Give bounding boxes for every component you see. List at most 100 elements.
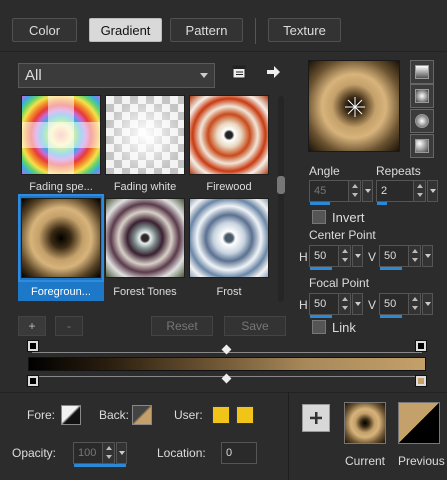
- location-value: 0: [226, 447, 233, 459]
- opacity-slider-bar[interactable]: [74, 464, 126, 467]
- gradient-label: Forest Tones: [113, 286, 177, 298]
- center-v-slider-bar[interactable]: [380, 267, 402, 270]
- previous-swatch[interactable]: [398, 402, 440, 444]
- center-v-dropdown[interactable]: [422, 245, 433, 267]
- chevron-down-icon: [200, 73, 208, 78]
- opacity-stop-left[interactable]: [27, 340, 39, 352]
- gradient-thumb-fading-spectrum[interactable]: [21, 95, 101, 175]
- center-point-label: Center Point: [309, 228, 376, 242]
- angle-input[interactable]: 45: [309, 180, 361, 205]
- back-label: Back:: [99, 408, 130, 422]
- focal-h-dropdown[interactable]: [352, 293, 363, 315]
- center-h-stepper[interactable]: [338, 246, 350, 266]
- current-swatch[interactable]: [344, 402, 386, 444]
- add-gradient-button[interactable]: +: [18, 316, 46, 336]
- center-v-label: V: [368, 250, 377, 264]
- angle-slider-bar[interactable]: [310, 202, 330, 205]
- gradient-thumb-firewood[interactable]: [189, 95, 269, 175]
- scrollbar-thumb[interactable]: [277, 176, 285, 194]
- link-checkbox[interactable]: [312, 320, 326, 334]
- category-dropdown[interactable]: All: [18, 63, 215, 88]
- remove-gradient-button[interactable]: -: [55, 316, 83, 336]
- center-v-input[interactable]: 50: [379, 245, 421, 270]
- invert-label: Invert: [332, 210, 365, 225]
- focal-v-slider-bar[interactable]: [380, 315, 402, 318]
- location-label: Location:: [157, 446, 206, 460]
- gradient-label: Firewood: [206, 181, 252, 193]
- angle-stepper[interactable]: [348, 181, 360, 201]
- focal-v-label: V: [368, 298, 377, 312]
- opacity-stepper[interactable]: [102, 443, 114, 463]
- arrow-right-icon[interactable]: [265, 64, 281, 80]
- center-v-value: 50: [384, 250, 397, 262]
- center-h-dropdown[interactable]: [352, 245, 363, 267]
- repeats-slider-bar[interactable]: [377, 202, 387, 205]
- repeats-label: Repeats: [376, 164, 421, 178]
- plus-icon: [310, 412, 322, 424]
- user-color-swatch-1[interactable]: [212, 406, 230, 424]
- opacity-stop-right[interactable]: [415, 340, 427, 352]
- gradient-label: Fading spe...: [29, 181, 93, 193]
- focal-h-value: 50: [314, 298, 327, 310]
- bottom-separator: [288, 392, 289, 480]
- user-label: User:: [174, 408, 203, 422]
- angle-value: 45: [314, 185, 327, 197]
- current-label: Current: [345, 454, 386, 468]
- focal-v-stepper[interactable]: [408, 294, 420, 314]
- center-h-slider-bar[interactable]: [310, 267, 332, 270]
- opacity-dropdown[interactable]: [116, 442, 127, 464]
- file-icon[interactable]: [231, 64, 247, 80]
- category-value: All: [25, 67, 42, 84]
- sunburst-type-button[interactable]: [410, 134, 434, 158]
- gradient-thumb-forest-tones[interactable]: [105, 198, 185, 278]
- focal-v-input[interactable]: 50: [379, 293, 421, 318]
- invert-checkbox[interactable]: [312, 210, 326, 224]
- tab-separator: [255, 18, 256, 44]
- gradient-thumb-frost[interactable]: [189, 198, 269, 278]
- angle-dropdown[interactable]: [362, 180, 373, 202]
- center-h-input[interactable]: 50: [309, 245, 351, 270]
- rectangular-type-button[interactable]: [410, 84, 434, 108]
- opacity-value: 100: [78, 447, 97, 459]
- tab-color[interactable]: Color: [12, 18, 77, 42]
- repeats-dropdown[interactable]: [427, 180, 438, 202]
- gradient-thumb-fading-white[interactable]: [105, 95, 185, 175]
- radial-type-button[interactable]: [410, 109, 434, 133]
- focal-h-label: H: [299, 298, 308, 312]
- user-color-swatch-2[interactable]: [236, 406, 254, 424]
- center-v-stepper[interactable]: [408, 246, 420, 266]
- tab-texture[interactable]: Texture: [268, 18, 341, 42]
- focal-h-stepper[interactable]: [338, 294, 350, 314]
- save-button[interactable]: Save: [224, 316, 286, 336]
- color-stop-right[interactable]: [415, 375, 427, 387]
- focal-v-value: 50: [384, 298, 397, 310]
- location-input[interactable]: 0: [221, 442, 257, 464]
- linear-type-button[interactable]: [410, 60, 434, 84]
- opacity-input[interactable]: 100: [73, 442, 126, 467]
- color-stop-left[interactable]: [27, 375, 39, 387]
- back-swatch[interactable]: [132, 405, 152, 425]
- scrollbar-track[interactable]: [278, 96, 284, 302]
- tab-gradient[interactable]: Gradient: [89, 18, 162, 42]
- gradient-label: Frost: [216, 286, 242, 298]
- repeats-stepper[interactable]: [413, 181, 425, 201]
- gradient-label: Foregroun...: [31, 286, 91, 298]
- center-h-label: H: [299, 250, 308, 264]
- fore-label: Fore:: [27, 408, 56, 422]
- focal-h-input[interactable]: 50: [309, 293, 351, 318]
- focal-h-slider-bar[interactable]: [310, 315, 332, 318]
- reset-button[interactable]: Reset: [151, 316, 213, 336]
- center-h-value: 50: [314, 250, 327, 262]
- opacity-label: Opacity:: [12, 446, 57, 460]
- tab-pattern[interactable]: Pattern: [170, 18, 243, 42]
- gradient-preview[interactable]: [308, 60, 400, 152]
- angle-label: Angle: [309, 164, 340, 178]
- repeats-input[interactable]: 2: [376, 180, 426, 205]
- previous-label: Previous: [398, 454, 445, 468]
- fore-swatch[interactable]: [61, 405, 81, 425]
- tab-bar: Color Gradient Pattern Texture: [0, 0, 447, 52]
- focal-point-label: Focal Point: [309, 276, 370, 290]
- add-to-library-button[interactable]: [302, 404, 330, 432]
- focal-v-dropdown[interactable]: [422, 293, 433, 315]
- gradient-bar[interactable]: [28, 357, 426, 371]
